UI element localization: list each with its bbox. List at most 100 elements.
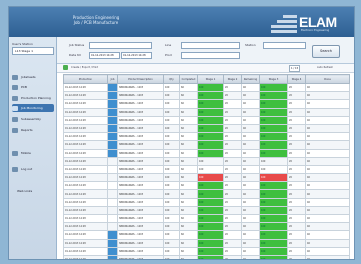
table-row[interactable]: 01-12-2013 14:28 SBRONANGEL - 1203 100 60 10… bbox=[63, 230, 350, 240]
column-header[interactable]: Remaining bbox=[241, 74, 260, 84]
table-cell: 01-12-2013 14:28 bbox=[63, 230, 108, 240]
table-row[interactable]: 01-12-2013 14:28 SBRONANGEL - 1203 100 60 10… bbox=[63, 123, 350, 134]
table-cell: 60 bbox=[179, 148, 198, 158]
table-row[interactable]: 01-12-2013 14:28 SBRONANGEL - 1203 100 60 10… bbox=[63, 91, 350, 101]
table-cell: 100 bbox=[163, 107, 180, 117]
table-cell: 01-12-2013 14:28 bbox=[63, 107, 108, 117]
table-cell: 40 bbox=[305, 115, 350, 125]
table-cell: 40 bbox=[241, 132, 260, 142]
table-row[interactable]: 01-12-2013 14:28 SBRONANGEL - 1203 100 60 10… bbox=[63, 238, 350, 248]
date-label: Date till bbox=[69, 53, 81, 57]
table-cell: 40 bbox=[305, 230, 350, 240]
table-cell: 40 bbox=[241, 123, 260, 134]
table-cell: 100 bbox=[197, 254, 224, 259]
sidebar-item-production-planning[interactable]: Production Planning bbox=[12, 94, 54, 102]
table-cell: 20 bbox=[223, 156, 242, 166]
column-header[interactable]: Qty bbox=[163, 74, 180, 84]
table-cell: 20 bbox=[223, 189, 242, 199]
column-header[interactable]: Done bbox=[305, 74, 350, 84]
export-icon[interactable] bbox=[63, 65, 68, 70]
table-cell: 100 bbox=[163, 197, 180, 207]
table-row[interactable]: 01-12-2013 14:28 SBRONANGEL - 1203 100 60 10… bbox=[63, 173, 350, 183]
table-cell: 01-12-2013 14:28 bbox=[63, 246, 108, 256]
table-cell: 40 bbox=[241, 238, 260, 248]
table-row[interactable]: 01-12-2013 14:28 SBRONANGEL - 1203 100 60 10… bbox=[63, 254, 350, 259]
column-header[interactable]: Stage 3 bbox=[259, 74, 288, 84]
column-header[interactable]: Stage 4 bbox=[287, 74, 306, 84]
table-cell: 01-12-2013 14:28 bbox=[63, 99, 108, 109]
table-row[interactable]: 01-12-2013 14:28 SBRONANGEL - 1203 100 60 10… bbox=[63, 189, 350, 199]
table-cell: 100 bbox=[259, 156, 288, 166]
line-input[interactable] bbox=[181, 42, 240, 49]
table-cell: 100 bbox=[259, 205, 288, 216]
table-cell: 100 bbox=[259, 254, 288, 259]
job-status-input[interactable] bbox=[89, 42, 152, 49]
table-cell: 20 bbox=[287, 254, 306, 259]
table-cell bbox=[107, 115, 118, 125]
table-cell: 40 bbox=[241, 246, 260, 256]
table-row[interactable]: 01-12-2013 14:28 SBRONANGEL - 1203 100 60 10… bbox=[63, 99, 350, 109]
table-cell: SBRONANGEL - 1203 bbox=[117, 222, 164, 232]
table-row[interactable]: 01-12-2013 14:28 SBRONANGEL - 1203 100 60 10… bbox=[63, 115, 350, 125]
table-row[interactable]: 01-12-2013 14:28 SBRONANGEL - 1203 100 60 10… bbox=[63, 197, 350, 207]
table-row[interactable]: 01-12-2013 14:28 SBRONANGEL - 1203 100 60 10… bbox=[63, 205, 350, 216]
station-filter-input[interactable] bbox=[263, 42, 306, 49]
table-cell: 20 bbox=[287, 238, 306, 248]
table-row[interactable]: 01-12-2013 14:28 SBRONANGEL - 1203 100 60 10… bbox=[63, 132, 350, 142]
table-row[interactable]: 01-12-2013 14:28 SBRONANGEL - 1203 100 60 10… bbox=[63, 107, 350, 117]
sidebar-item-subassembly[interactable]: Subassembly bbox=[12, 115, 54, 123]
table-cell: 100 bbox=[163, 230, 180, 240]
search-button[interactable]: Search bbox=[312, 45, 340, 58]
jobs-table: Production Job Product Description Qty Compl… bbox=[63, 74, 350, 259]
column-header[interactable]: Product Description bbox=[117, 74, 164, 84]
sidebar-item-reports[interactable]: Reports bbox=[12, 126, 54, 134]
auto-refresh-toggle[interactable]: Auto Refresh bbox=[317, 66, 333, 69]
table-cell: 20 bbox=[287, 222, 306, 232]
table-row[interactable]: 01-12-2013 14:28 SBRONANGEL - 1203 100 60 10… bbox=[63, 148, 350, 158]
sidebar-item-web-links[interactable]: Web Links bbox=[12, 187, 54, 195]
table-cell: 60 bbox=[179, 91, 198, 101]
table-row[interactable]: 01-12-2013 14:28 SBRONANGEL - 1203 100 60 10… bbox=[63, 213, 350, 224]
column-header[interactable]: Job bbox=[107, 74, 118, 84]
table-cell: 100 bbox=[197, 213, 224, 224]
table-cell: 100 bbox=[197, 205, 224, 216]
table-cell: 100 bbox=[259, 222, 288, 232]
sidebar-item-job-monitoring[interactable]: Job Monitoring bbox=[12, 104, 54, 112]
station-select[interactable]: L13 Stage 1 bbox=[12, 47, 54, 55]
page-indicator[interactable]: 1 / 15 bbox=[289, 65, 301, 72]
column-header[interactable]: Stage 2 bbox=[223, 74, 242, 84]
sidebar-item-logout[interactable]: Log out bbox=[12, 165, 54, 173]
table-cell: 100 bbox=[163, 91, 180, 101]
table-cell: 40 bbox=[241, 140, 260, 150]
table-row[interactable]: 01-12-2013 14:28 SBRONANGEL - 1203 100 60 10… bbox=[63, 246, 350, 256]
column-header[interactable]: Stage 1 bbox=[197, 74, 224, 84]
table-cell bbox=[107, 254, 118, 259]
table-cell bbox=[107, 123, 118, 134]
table-cell: 100 bbox=[163, 99, 180, 109]
sidebar-item-mobile[interactable]: Mobile bbox=[12, 149, 54, 157]
date-from-input[interactable]: 01-12-2013 14:28 bbox=[89, 52, 120, 59]
document-icon bbox=[12, 74, 18, 80]
column-header[interactable]: Completed bbox=[179, 74, 198, 84]
table-cell: 20 bbox=[287, 230, 306, 240]
table-cell: 100 bbox=[197, 189, 224, 199]
table-row[interactable]: 01-12-2013 14:28 SBRONANGEL - 1203 100 60 10… bbox=[63, 156, 350, 166]
date-to-input[interactable]: 01-12-2013 14:28 bbox=[121, 52, 152, 59]
sidebar-item-pcb[interactable]: PCB bbox=[12, 83, 54, 91]
table-cell: 60 bbox=[179, 156, 198, 166]
table-cell: 100 bbox=[259, 99, 288, 109]
table-row[interactable]: 01-12-2013 14:28 SBRONANGEL - 1203 100 60 10… bbox=[63, 82, 350, 93]
table-row[interactable]: 01-12-2013 14:28 SBRONANGEL - 1203 100 60 10… bbox=[63, 164, 350, 175]
prod-input[interactable] bbox=[181, 52, 240, 59]
table-cell: 01-12-2013 14:28 bbox=[63, 91, 108, 101]
table-cell: 40 bbox=[241, 173, 260, 183]
table-cell: 20 bbox=[223, 82, 242, 93]
table-cell: 40 bbox=[305, 132, 350, 142]
table-row[interactable]: 01-12-2013 14:28 SBRONANGEL - 1203 100 60 10… bbox=[63, 140, 350, 150]
sidebar-item-label: Reports bbox=[21, 128, 33, 132]
column-header[interactable]: Production bbox=[63, 74, 108, 84]
table-cell: SBRONANGEL - 1203 bbox=[117, 148, 164, 158]
sidebar-item-jobsheets[interactable]: Jobsheets bbox=[12, 73, 54, 81]
table-row[interactable]: 01-12-2013 14:28 SBRONANGEL - 1203 100 60 10… bbox=[63, 181, 350, 191]
table-row[interactable]: 01-12-2013 14:28 SBRONANGEL - 1203 100 60 10… bbox=[63, 222, 350, 232]
